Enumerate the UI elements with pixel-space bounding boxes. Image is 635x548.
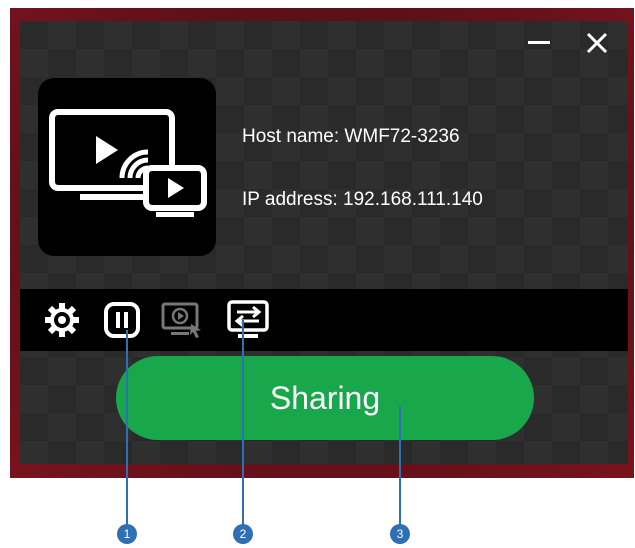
callout-line-3: [399, 406, 401, 526]
pause-button[interactable]: [100, 298, 144, 342]
callout-badge-2: 2: [233, 524, 253, 544]
callout-line-1: [126, 330, 128, 526]
callout-badge-1: 1: [117, 524, 137, 544]
screen-mirror-button[interactable]: [160, 298, 204, 342]
close-button[interactable]: [582, 28, 612, 58]
host-name-text: Host name: WMF72-3236: [242, 126, 460, 147]
screen-mirror-icon: [161, 302, 201, 338]
minimize-icon: [528, 41, 550, 44]
pause-icon: [104, 302, 140, 338]
switch-arrows-icon: [227, 300, 269, 338]
sharing-button[interactable]: Sharing: [116, 356, 534, 440]
switch-button[interactable]: [226, 298, 270, 342]
app-logo: [38, 78, 216, 256]
settings-button[interactable]: [40, 298, 84, 342]
close-icon: [586, 32, 608, 54]
toolbar: [20, 289, 628, 351]
screen-cast-logo-icon: [49, 109, 207, 217]
minimize-button[interactable]: [524, 28, 554, 58]
settings-gear-icon: [45, 303, 79, 337]
ip-address-text: IP address: 192.168.111.140: [242, 189, 483, 210]
callout-badge-3: 3: [390, 524, 410, 544]
callout-line-2: [242, 320, 244, 526]
